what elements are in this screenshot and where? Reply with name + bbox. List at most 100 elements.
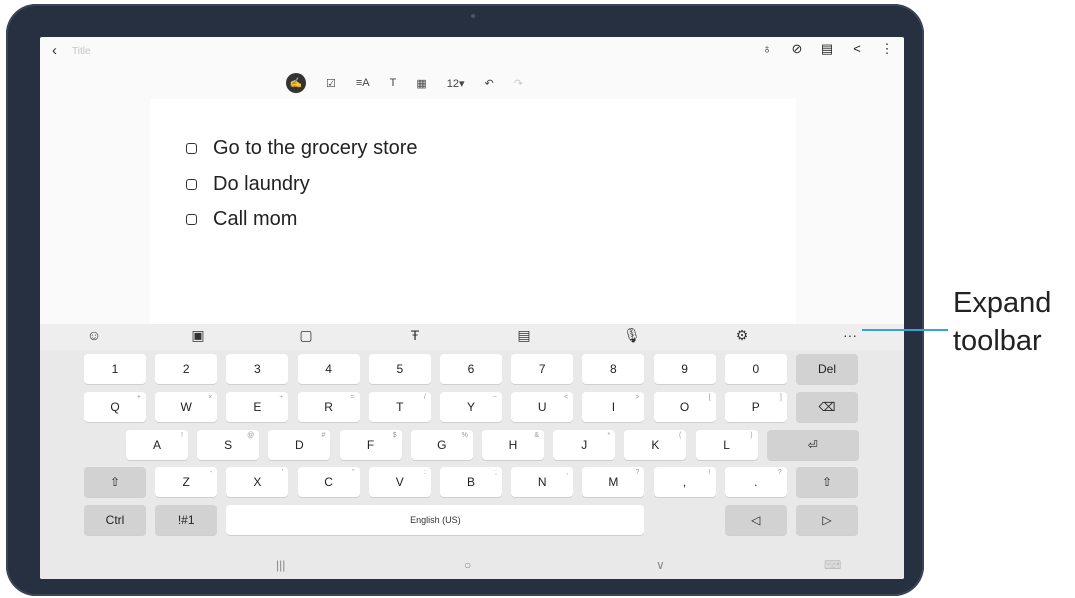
recents-button[interactable]: ||| xyxy=(276,558,285,572)
key-secondary-label: + xyxy=(136,394,141,401)
list-item-text[interactable]: Do laundry xyxy=(213,173,310,196)
title-field[interactable]: Title xyxy=(72,46,91,57)
expand-toolbar-icon[interactable]: ··· xyxy=(840,327,860,343)
microphone-icon[interactable]: 🎙 xyxy=(622,327,642,344)
sticker-icon[interactable]: ▣ xyxy=(188,327,208,344)
key-secondary-label: [ xyxy=(708,394,711,401)
key-label: I xyxy=(611,400,616,414)
key-l[interactable]: L) xyxy=(695,430,758,460)
key-label: 0 xyxy=(752,362,760,376)
tablet-frame: ‹ Title ♁ ⊘ ▤ < ⋮ ✍ ☑ ≡A T ▦ 12▾ ↶ ↷ Go to t… xyxy=(6,4,924,596)
key-n[interactable]: N, xyxy=(511,467,574,497)
ctrl-key[interactable]: Ctrl xyxy=(84,505,146,535)
key-9[interactable]: 9 xyxy=(653,354,716,384)
checkbox[interactable] xyxy=(186,143,197,154)
key-0[interactable]: 0 xyxy=(724,354,787,384)
gif-icon[interactable]: ▢ xyxy=(296,327,316,344)
font-size-dropdown[interactable]: 12▾ xyxy=(447,77,465,90)
cursor-right-key[interactable]: ▷ xyxy=(796,505,858,535)
key-4[interactable]: 4 xyxy=(297,354,360,384)
key-t[interactable]: T / xyxy=(368,392,431,422)
checkbox[interactable] xyxy=(186,179,197,190)
key-3[interactable]: 3 xyxy=(226,354,289,384)
front-camera xyxy=(471,14,475,18)
home-button[interactable]: ○ xyxy=(464,558,471,572)
key-q[interactable]: Q + xyxy=(84,392,146,422)
key-i[interactable]: I > xyxy=(582,392,645,422)
keyboard: ☺ ▣ ▢ Ŧ ▤ 🎙 ⚙ ··· 1 2 3 4 5 6 7 8 9 0 Del Q + W × E ÷ R = T / Y − U < I >… xyxy=(40,324,904,579)
period-key[interactable]: .? xyxy=(724,467,787,497)
key-e[interactable]: E ÷ xyxy=(226,392,289,422)
note-page[interactable]: Go to the grocery store Do laundry Call … xyxy=(150,99,796,324)
text-format-icon[interactable]: T xyxy=(390,77,397,89)
key-d[interactable]: D # xyxy=(268,430,331,460)
key-1[interactable]: 1 xyxy=(84,354,146,384)
key-r[interactable]: R = xyxy=(297,392,360,422)
back-icon[interactable]: ‹ xyxy=(52,42,57,59)
list-item-text[interactable]: Go to the grocery store xyxy=(213,137,418,160)
key-secondary-label: ! xyxy=(181,432,183,439)
key-7[interactable]: 7 xyxy=(511,354,574,384)
enter-key[interactable]: ⏎ xyxy=(766,430,859,460)
key-u[interactable]: U < xyxy=(511,392,574,422)
space-bar[interactable]: English (US) xyxy=(226,505,645,535)
key-z[interactable]: Z- xyxy=(155,467,218,497)
attach-icon[interactable]: ⊘ xyxy=(790,41,804,57)
key-b[interactable]: B; xyxy=(440,467,502,497)
emoji-icon[interactable]: ☺ xyxy=(84,327,104,343)
table-icon[interactable]: ▦ xyxy=(416,77,426,90)
key-v[interactable]: V: xyxy=(368,467,431,497)
symbols-key[interactable]: !#1 xyxy=(155,505,218,535)
pen-mode-icon[interactable]: ✍ xyxy=(286,73,306,93)
key-secondary-label: ] xyxy=(779,394,782,401)
more-options-icon[interactable]: ⋮ xyxy=(880,41,894,57)
key-m[interactable]: M? xyxy=(582,467,645,497)
shift-key-right[interactable]: ⇧ xyxy=(796,467,858,497)
key-y[interactable]: Y − xyxy=(440,392,502,422)
pen-settings-icon[interactable]: ♁ xyxy=(760,41,774,57)
key-2[interactable]: 2 xyxy=(155,354,218,384)
key-f[interactable]: F $ xyxy=(339,430,402,460)
key-label: ◁ xyxy=(751,513,761,527)
keyboard-switch-button[interactable]: ⌨ xyxy=(824,558,841,572)
settings-icon[interactable]: ⚙ xyxy=(732,327,752,344)
backspace-key[interactable]: ⌫ xyxy=(796,392,858,422)
key-p[interactable]: P] xyxy=(724,392,787,422)
comma-key[interactable]: ,! xyxy=(653,467,716,497)
key-6[interactable]: 6 xyxy=(440,354,502,384)
key-j[interactable]: J * xyxy=(553,430,616,460)
checkbox[interactable] xyxy=(186,214,197,225)
key-label: 8 xyxy=(610,362,617,376)
key-g[interactable]: G% xyxy=(410,430,473,460)
key-8[interactable]: 8 xyxy=(582,354,645,384)
keyboard-keys: 1 2 3 4 5 6 7 8 9 0 Del Q + W × E ÷ R = T / Y − U < I > O[ P] ⌫ A! S @ D #… xyxy=(40,354,904,549)
key-label: . xyxy=(754,475,758,489)
key-w[interactable]: W × xyxy=(155,392,218,422)
key-x[interactable]: X ' xyxy=(226,467,289,497)
key-s[interactable]: S @ xyxy=(197,430,260,460)
shift-key-left[interactable]: ⇧ xyxy=(84,467,146,497)
key-label: 1 xyxy=(111,362,119,376)
key-a[interactable]: A! xyxy=(126,430,188,460)
redo-icon[interactable]: ↷ xyxy=(514,77,523,90)
key-label: E xyxy=(253,400,262,414)
reader-icon[interactable]: ▤ xyxy=(820,41,834,57)
checkbox-icon[interactable]: ☑ xyxy=(326,77,336,90)
back-button[interactable]: ∨ xyxy=(656,558,665,572)
key-k[interactable]: K( xyxy=(624,430,687,460)
undo-icon[interactable]: ↶ xyxy=(485,77,494,90)
handwriting-icon[interactable]: Ŧ xyxy=(405,327,425,343)
key-h[interactable]: H & xyxy=(482,430,544,460)
key-label: W xyxy=(180,400,192,414)
cursor-left-key[interactable]: ◁ xyxy=(724,505,787,535)
text-style-icon[interactable]: ≡A xyxy=(356,77,370,89)
key-5[interactable]: 5 xyxy=(368,354,431,384)
delete-key[interactable]: Del xyxy=(796,354,858,384)
key-c[interactable]: C " xyxy=(297,467,360,497)
share-icon[interactable]: < xyxy=(850,41,864,57)
key-label: !#1 xyxy=(177,513,195,527)
key-secondary-label: : xyxy=(423,469,426,476)
key-o[interactable]: O[ xyxy=(653,392,716,422)
clipboard-icon[interactable]: ▤ xyxy=(514,327,534,344)
list-item-text[interactable]: Call mom xyxy=(213,208,297,231)
